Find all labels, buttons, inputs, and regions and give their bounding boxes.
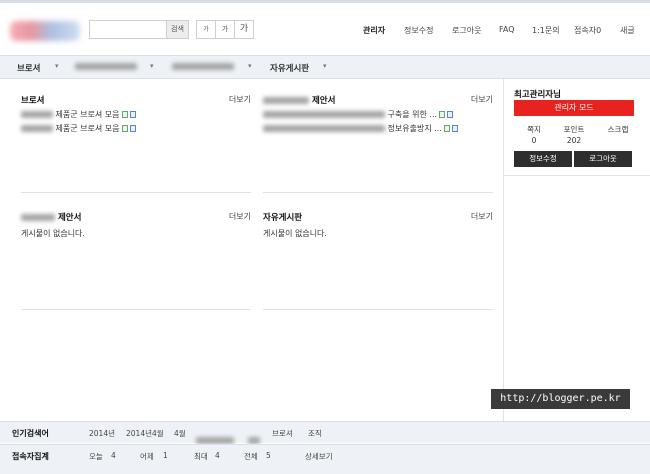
popular-term[interactable]: 2014년4월 <box>126 428 164 439</box>
member-name: 최고관리자님 <box>514 90 561 100</box>
nav-edit-profile-link[interactable]: 정보수정 <box>404 25 433 36</box>
max-label: 최대 <box>194 452 208 461</box>
file-icon <box>439 111 446 118</box>
nav-faq-link[interactable]: FAQ <box>499 25 515 34</box>
yesterday-count: 1 <box>163 451 168 460</box>
site-header: 검색 가 가 가 관리자 정보수정 로그아웃 FAQ 1:1문의 접속자0 새글 <box>0 3 650 55</box>
panel-title[interactable]: 자유게시판 <box>263 211 302 223</box>
admin-mode-button[interactable]: 관리자 모드 <box>514 100 634 116</box>
menu-item-brochure[interactable]: 브로셔 <box>17 62 40 74</box>
menu-item-2[interactable] <box>75 62 137 72</box>
latest-panel-brochure: 브로셔 더보기 제품군 브로셔 모음 제품군 브로셔 모음 <box>21 94 251 194</box>
document-icon <box>451 125 458 132</box>
popular-term[interactable]: 브로셔 <box>272 428 293 439</box>
popular-search-label: 인기검색어 <box>12 429 49 438</box>
memo-stat[interactable]: 쪽지 0 <box>514 124 554 146</box>
panel-title[interactable]: 제안서 <box>21 211 81 223</box>
file-icon <box>121 125 128 132</box>
divider <box>21 192 251 193</box>
nav-inquiry-link[interactable]: 1:1문의 <box>532 25 560 36</box>
divider <box>263 309 493 310</box>
menu-item-free-board[interactable]: 자유게시판 <box>270 62 309 74</box>
watermark: http://blogger.pe.kr <box>491 389 630 409</box>
visitor-stats-bar: 접속자집계 오늘 4 어제 1 최대 4 전체 5 상세보기 <box>0 444 650 474</box>
panel-title[interactable]: 브로셔 <box>21 94 44 106</box>
visitor-stats-label: 접속자집계 <box>12 452 49 461</box>
document-icon <box>129 111 136 118</box>
list-item[interactable]: 제품군 브로셔 모음 <box>21 109 136 120</box>
empty-message: 게시물이 없습니다. <box>263 229 327 238</box>
panel-title[interactable]: 제안서 <box>263 94 335 106</box>
top-nav: 관리자 정보수정 로그아웃 FAQ 1:1문의 접속자0 새글 <box>0 25 650 37</box>
main-menu: 브로셔 ▾ ▾ ▾ 자유게시판 ▾ <box>0 55 650 79</box>
nav-visitors-link[interactable]: 접속자0 <box>574 25 601 36</box>
chevron-down-icon[interactable]: ▾ <box>323 62 327 70</box>
max-count: 4 <box>215 451 220 460</box>
nav-logout-link[interactable]: 로그아웃 <box>452 25 481 36</box>
latest-panel-free-board: 자유게시판 더보기 게시물이 없습니다. <box>263 211 493 311</box>
popular-term[interactable]: 2014년 <box>89 428 115 439</box>
divider <box>263 192 493 193</box>
chevron-down-icon[interactable]: ▾ <box>248 62 252 70</box>
chevron-down-icon[interactable]: ▾ <box>55 62 59 70</box>
more-link[interactable]: 더보기 <box>229 211 251 222</box>
divider <box>21 309 251 310</box>
more-link[interactable]: 더보기 <box>471 94 493 105</box>
more-link[interactable]: 더보기 <box>471 211 493 222</box>
edit-profile-button[interactable]: 정보수정 <box>514 151 572 167</box>
nav-new-posts-link[interactable]: 새글 <box>620 25 635 36</box>
document-icon <box>447 111 454 118</box>
latest-panel-proposal-2: 제안서 더보기 게시물이 없습니다. <box>21 211 251 311</box>
nav-admin-link[interactable]: 관리자 <box>363 25 385 36</box>
point-stat[interactable]: 포인트 202 <box>554 124 594 146</box>
today-label: 오늘 <box>89 452 103 461</box>
popular-term[interactable]: 조직 <box>308 428 322 439</box>
member-sidebar: 최고관리자님 관리자 모드 쪽지 0 포인트 202 스크랩 정보수정 로그아웃 <box>503 79 650 421</box>
popular-term[interactable]: 4월 <box>174 428 186 439</box>
popular-search-bar: 인기검색어 2014년 2014년4월 4월 브로셔 조직 <box>0 421 650 444</box>
document-icon <box>129 125 136 132</box>
menu-item-3[interactable] <box>172 62 234 72</box>
scrap-stat[interactable]: 스크랩 <box>598 124 638 135</box>
divider <box>504 175 650 176</box>
detail-link[interactable]: 상세보기 <box>305 451 333 462</box>
file-icon <box>443 125 450 132</box>
list-item[interactable]: 정보유출방지 ... <box>263 123 458 134</box>
today-count: 4 <box>111 451 116 460</box>
more-link[interactable]: 더보기 <box>229 94 251 105</box>
total-label: 전체 <box>244 452 258 461</box>
yesterday-label: 어제 <box>140 452 154 461</box>
file-icon <box>121 111 128 118</box>
logout-button[interactable]: 로그아웃 <box>574 151 632 167</box>
total-count: 5 <box>266 451 271 460</box>
latest-panel-proposal-1: 제안서 더보기 구축을 위한 ... 정보유출방지 ... <box>263 94 493 194</box>
list-item[interactable]: 제품군 브로셔 모음 <box>21 123 136 134</box>
list-item[interactable]: 구축을 위한 ... <box>263 109 454 120</box>
chevron-down-icon[interactable]: ▾ <box>150 62 154 70</box>
empty-message: 게시물이 없습니다. <box>21 229 85 238</box>
member-stats: 쪽지 0 포인트 202 스크랩 <box>514 124 634 152</box>
